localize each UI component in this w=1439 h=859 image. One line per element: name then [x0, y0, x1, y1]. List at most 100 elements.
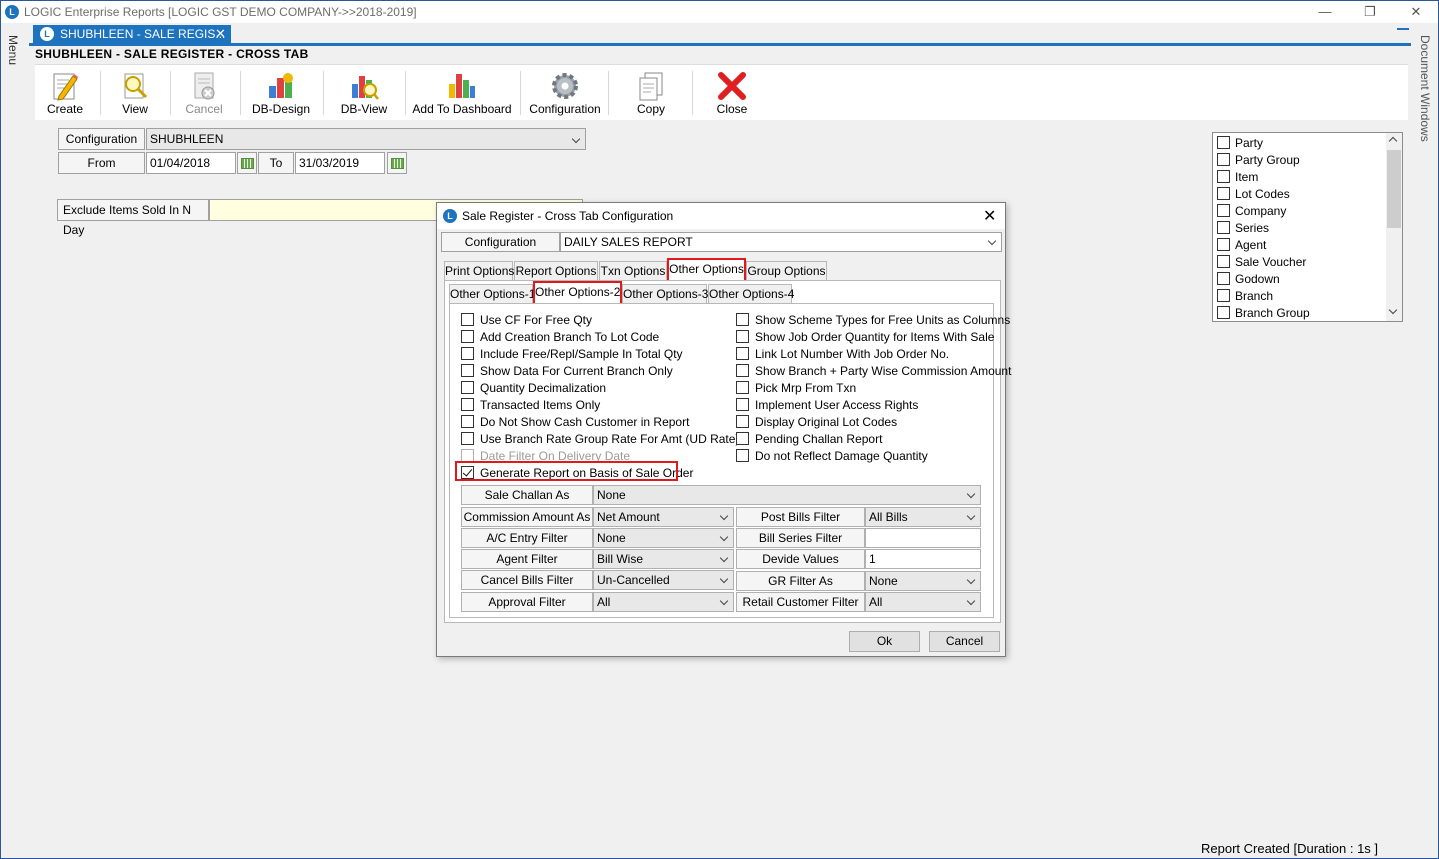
configuration-button[interactable]: Configuration	[527, 67, 603, 119]
cancel-button[interactable]: Cancel	[180, 67, 228, 119]
checkbox[interactable]	[1217, 187, 1230, 201]
copy-icon	[639, 72, 663, 101]
list-scrollbar[interactable]	[1386, 133, 1402, 321]
tab-group-options[interactable]: Group Options	[746, 261, 827, 281]
tab-print-options[interactable]: Print Options	[444, 261, 514, 281]
checkbox[interactable]	[1217, 272, 1230, 286]
list-item[interactable]: Item	[1217, 169, 1258, 186]
devide-values-input[interactable]: 1	[865, 549, 981, 569]
add-to-dashboard-label: Add To Dashboard	[412, 102, 512, 116]
post-bills-select[interactable]: All Bills	[865, 507, 981, 527]
add-to-dashboard-button[interactable]: Add To Dashboard	[411, 67, 513, 119]
from-calendar-button[interactable]	[237, 152, 257, 174]
to-date-input[interactable]: 31/03/2019	[295, 152, 385, 174]
tab-txn-options[interactable]: Txn Options	[599, 261, 667, 281]
from-date-input[interactable]: 01/04/2018	[146, 152, 236, 174]
view-button[interactable]: View	[111, 67, 159, 119]
tab-close-icon[interactable]: ✕	[215, 26, 226, 42]
tab-other-options-3[interactable]: Other Options-3	[622, 284, 708, 304]
checkbox[interactable]	[1217, 204, 1230, 218]
toolbar-separator	[240, 71, 241, 115]
checkbox[interactable]	[461, 381, 474, 394]
agent-filter-select[interactable]: Bill Wise	[593, 549, 734, 569]
create-button[interactable]: Create	[41, 67, 89, 119]
list-item[interactable]: Agent	[1217, 237, 1266, 254]
checkbox[interactable]	[461, 364, 474, 377]
checkbox[interactable]	[736, 313, 749, 326]
scroll-down-icon[interactable]	[1388, 305, 1398, 315]
retail-customer-select[interactable]: All	[865, 592, 981, 612]
list-item[interactable]: Company	[1217, 203, 1286, 220]
list-item[interactable]: Lot Codes	[1217, 186, 1290, 203]
to-calendar-button[interactable]	[387, 152, 407, 174]
approval-filter-select[interactable]: All	[593, 592, 734, 612]
db-design-label: DB-Design	[251, 102, 311, 116]
checkbox[interactable]	[1217, 306, 1230, 320]
ac-entry-select[interactable]: None	[593, 528, 734, 548]
checkbox[interactable]	[461, 330, 474, 343]
close-button[interactable]: Close	[708, 67, 756, 119]
main-tabs: Print Options Report Options Txn Options…	[444, 258, 1004, 282]
checkbox[interactable]	[736, 415, 749, 428]
dialog-close-icon[interactable]: ✕	[983, 206, 996, 226]
dialog-cancel-button[interactable]: Cancel	[929, 631, 1000, 652]
list-item[interactable]: Branch Group	[1217, 305, 1310, 322]
calendar-icon	[241, 158, 254, 169]
window-close-icon[interactable]: ✕	[1401, 3, 1431, 21]
db-view-button[interactable]: DB-View	[333, 67, 395, 119]
restore-icon[interactable]: ❐	[1355, 3, 1385, 21]
tab-list-icon[interactable]	[1397, 28, 1409, 30]
checkbox[interactable]	[736, 330, 749, 343]
checkbox[interactable]	[736, 398, 749, 411]
dialog-configuration-select[interactable]: DAILY SALES REPORT	[560, 232, 1002, 252]
checkbox[interactable]	[461, 415, 474, 428]
checkbox[interactable]	[461, 398, 474, 411]
checkbox[interactable]	[461, 313, 474, 326]
list-item[interactable]: Godown	[1217, 271, 1280, 288]
checkbox[interactable]	[1217, 221, 1230, 235]
checkbox[interactable]	[1217, 153, 1230, 167]
checkbox[interactable]	[1217, 289, 1230, 303]
copy-button[interactable]: Copy	[627, 67, 675, 119]
tab-other-options-4[interactable]: Other Options-4	[708, 284, 794, 304]
list-item[interactable]: Party Group	[1217, 152, 1300, 169]
scroll-up-icon[interactable]	[1388, 136, 1398, 146]
dialog-titlebar: L Sale Register - Cross Tab Configuratio…	[437, 203, 1005, 229]
checkbox[interactable]	[461, 432, 474, 445]
db-design-button[interactable]: DB-Design	[249, 67, 313, 119]
checkbox[interactable]	[461, 347, 474, 360]
checkbox[interactable]	[736, 347, 749, 360]
checkbox[interactable]	[736, 381, 749, 394]
list-item[interactable]: Branch	[1217, 288, 1273, 305]
cancel-bills-select[interactable]: Un-Cancelled	[593, 570, 734, 590]
list-item[interactable]: Sale Voucher	[1217, 254, 1306, 271]
checkbox[interactable]	[1217, 136, 1230, 150]
ac-entry-label: A/C Entry Filter	[461, 528, 593, 548]
sale-challan-select[interactable]: None	[593, 485, 981, 505]
document-windows-panel[interactable]: Document Windows	[1414, 23, 1438, 858]
cancel-icon	[194, 72, 215, 100]
checkbox[interactable]	[1217, 255, 1230, 269]
commission-select[interactable]: Net Amount	[593, 507, 734, 527]
checkbox[interactable]	[1217, 170, 1230, 184]
ok-button[interactable]: Ok	[849, 631, 920, 652]
checkbox[interactable]	[1217, 238, 1230, 252]
checkbox[interactable]	[736, 364, 749, 377]
checkbox[interactable]	[736, 449, 749, 462]
list-item[interactable]: Party	[1217, 135, 1263, 152]
scroll-thumb[interactable]	[1387, 150, 1401, 228]
checkbox[interactable]	[736, 432, 749, 445]
tab-report-options[interactable]: Report Options	[514, 261, 598, 281]
tab-other-options-1[interactable]: Other Options-1	[449, 284, 535, 304]
side-menu[interactable]: Menu	[1, 23, 27, 858]
minimize-icon[interactable]: —	[1310, 3, 1340, 21]
document-tab-label: SHUBHLEEN - SALE REGIS...	[60, 27, 226, 41]
document-tab[interactable]: L SHUBHLEEN - SALE REGIS... ✕	[33, 25, 231, 44]
close-label: Close	[716, 102, 748, 116]
configuration-select[interactable]: SHUBHLEEN	[146, 128, 586, 150]
bill-series-input[interactable]	[865, 528, 981, 548]
gr-filter-select[interactable]: None	[865, 571, 981, 591]
list-item[interactable]: Series	[1217, 220, 1269, 237]
tab-other-options-2[interactable]: Other Options-2	[533, 281, 622, 305]
tab-other-options[interactable]: Other Options	[667, 258, 746, 282]
